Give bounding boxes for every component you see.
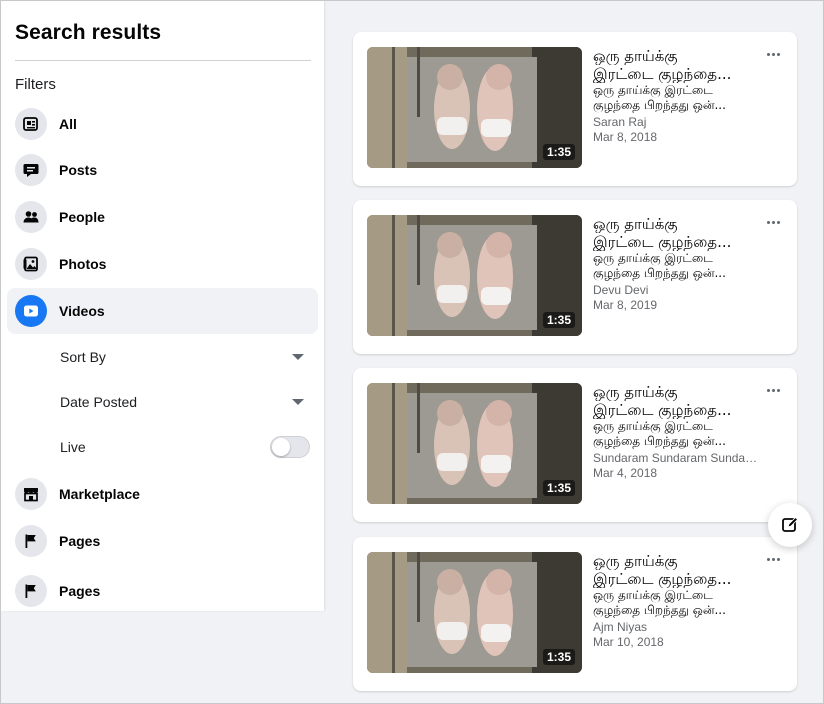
filter-item-people[interactable]: People (7, 194, 318, 240)
live-label: Live (60, 439, 86, 455)
more-options-icon[interactable] (763, 382, 783, 398)
filter-item-label: Photos (59, 256, 107, 272)
filter-item-label: All (59, 116, 77, 132)
more-options-icon[interactable] (763, 214, 783, 230)
video-title[interactable]: ஒரு தாய்க்கு இரட்டை குழந்தை... (593, 215, 753, 251)
video-description-line: குழந்தை பிறந்தது ஒன்... (593, 603, 726, 617)
video-title-line: ஒரு தாய்க்கு (593, 383, 678, 401)
marketplace-icon (15, 478, 47, 510)
filter-item-label: Pages (59, 533, 101, 549)
filter-item-pages[interactable]: Pages (7, 518, 318, 564)
filter-item-photos[interactable]: Photos (7, 241, 318, 287)
date-posted-dropdown[interactable]: Date Posted (60, 387, 310, 417)
video-author[interactable]: Saran Raj (593, 115, 758, 129)
flag-icon (15, 575, 47, 607)
video-title-line: இரட்டை குழந்தை... (593, 65, 732, 83)
video-result-card[interactable]: 1:35 ஒரு தாய்க்கு இரட்டை குழந்தை... ஒரு … (353, 32, 797, 186)
more-options-icon[interactable] (763, 551, 783, 567)
video-title-line: ஒரு தாய்க்கு (593, 552, 678, 570)
video-description-line: குழந்தை பிறந்தது ஒன்... (593, 266, 726, 280)
video-description-line: குழந்தை பிறந்தது ஒன்... (593, 434, 726, 448)
video-title[interactable]: ஒரு தாய்க்கு இரட்டை குழந்தை... (593, 383, 753, 419)
video-description: ஒரு தாய்க்கு இரட்டை குழந்தை பிறந்தது ஒன்… (593, 83, 758, 113)
video-result-card[interactable]: 1:35 ஒரு தாய்க்கு இரட்டை குழந்தை... ஒரு … (353, 368, 797, 522)
video-title-line: இரட்டை குழந்தை... (593, 233, 732, 251)
video-title-line: இரட்டை குழந்தை... (593, 401, 732, 419)
filter-item-label: Pages (59, 583, 101, 599)
video-duration: 1:35 (542, 649, 575, 665)
video-thumbnail[interactable]: 1:35 (367, 215, 582, 336)
video-thumbnail[interactable]: 1:35 (367, 552, 582, 673)
filter-item-label: Videos (59, 303, 105, 319)
filter-item-videos[interactable]: Videos (7, 288, 318, 334)
video-title-line: ஒரு தாய்க்கு (593, 47, 678, 65)
all-icon (15, 108, 47, 140)
filter-item-pages-2[interactable]: Pages (7, 568, 318, 614)
video-date: Mar 10, 2018 (593, 635, 664, 649)
video-result-card[interactable]: 1:35 ஒரு தாய்க்கு இரட்டை குழந்தை... ஒரு … (353, 537, 797, 691)
divider (15, 60, 311, 61)
sort-by-label: Sort By (60, 349, 106, 365)
filter-item-label: People (59, 209, 105, 225)
video-date: Mar 8, 2018 (593, 130, 658, 144)
video-description: ஒரு தாய்க்கு இரட்டை குழந்தை பிறந்தது ஒன்… (593, 251, 758, 281)
video-duration: 1:35 (542, 480, 575, 496)
video-title-line: இரட்டை குழந்தை... (593, 570, 732, 588)
filters-heading: Filters (15, 76, 56, 93)
video-description-line: ஒரு தாய்க்கு இரட்டை (593, 83, 713, 97)
video-description-line: குழந்தை பிறந்தது ஒன்... (593, 98, 726, 112)
video-thumbnail[interactable]: 1:35 (367, 383, 582, 504)
caret-down-icon (292, 399, 304, 405)
flag-icon (15, 525, 47, 557)
filter-item-posts[interactable]: Posts (7, 147, 318, 193)
videos-icon (15, 295, 47, 327)
filter-item-label: Posts (59, 162, 98, 178)
video-description-line: ஒரு தாய்க்கு இரட்டை (593, 251, 713, 265)
live-toggle[interactable] (270, 436, 310, 458)
video-author[interactable]: Sundaram Sundaram Sundara... (593, 451, 758, 465)
video-date: Mar 8, 2019 (593, 298, 658, 312)
compose-icon (782, 516, 799, 532)
video-result-card[interactable]: 1:35 ஒரு தாய்க்கு இரட்டை குழந்தை... ஒரு … (353, 200, 797, 354)
video-author[interactable]: Devu Devi (593, 283, 758, 297)
sort-by-dropdown[interactable]: Sort By (60, 342, 310, 372)
filter-item-marketplace[interactable]: Marketplace (7, 471, 318, 517)
video-date: Mar 4, 2018 (593, 466, 658, 480)
live-filter: Live (60, 432, 310, 462)
video-author[interactable]: Ajm Niyas (593, 620, 758, 634)
video-duration: 1:35 (542, 312, 575, 328)
toggle-knob (272, 438, 290, 456)
video-title[interactable]: ஒரு தாய்க்கு இரட்டை குழந்தை... (593, 552, 753, 588)
photos-icon (15, 248, 47, 280)
video-title[interactable]: ஒரு தாய்க்கு இரட்டை குழந்தை... (593, 47, 753, 83)
people-icon (15, 201, 47, 233)
filter-item-label: Marketplace (59, 486, 140, 502)
video-duration: 1:35 (542, 144, 575, 160)
page-title: Search results (15, 21, 162, 44)
date-posted-label: Date Posted (60, 394, 138, 410)
filter-item-all[interactable]: All (7, 101, 318, 147)
video-description-line: ஒரு தாய்க்கு இரட்டை (593, 419, 713, 433)
video-description: ஒரு தாய்க்கு இரட்டை குழந்தை பிறந்தது ஒன்… (593, 419, 758, 449)
more-options-icon[interactable] (763, 46, 783, 62)
caret-down-icon (292, 354, 304, 360)
search-filters-sidebar: Search results Filters All Posts People … (1, 1, 324, 611)
posts-icon (15, 154, 47, 186)
video-description: ஒரு தாய்க்கு இரட்டை குழந்தை பிறந்தது ஒன்… (593, 588, 758, 618)
video-description-line: ஒரு தாய்க்கு இரட்டை (593, 588, 713, 602)
video-title-line: ஒரு தாய்க்கு (593, 215, 678, 233)
video-thumbnail[interactable]: 1:35 (367, 47, 582, 168)
new-message-button[interactable] (768, 503, 812, 547)
